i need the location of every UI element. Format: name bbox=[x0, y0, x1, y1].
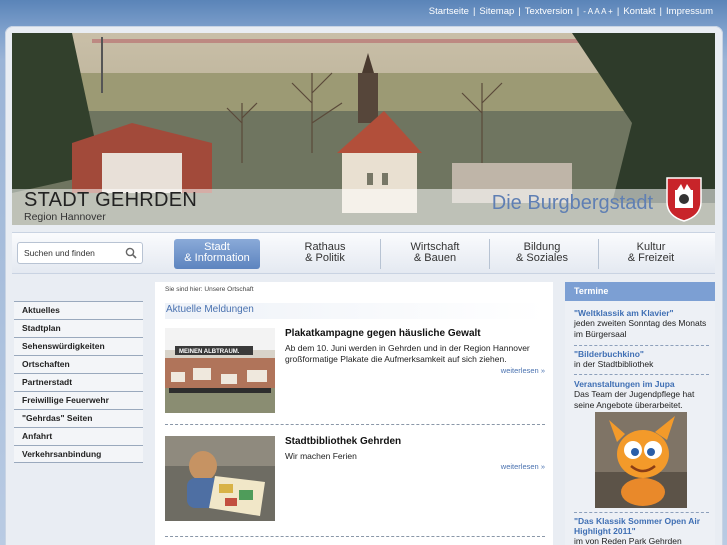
search-input[interactable] bbox=[18, 243, 122, 263]
link-startseite[interactable]: Startseite bbox=[429, 6, 469, 17]
link-kontakt[interactable]: Kontakt bbox=[623, 6, 655, 17]
event-title[interactable]: "Bilderbuchkino" bbox=[574, 349, 715, 359]
section-title: Aktuelle Meldungen bbox=[165, 303, 545, 319]
event-title[interactable]: "Das Klassik Sommer Open Air Highlight 2… bbox=[574, 516, 715, 536]
event-text: im von Reden Park Gehrden bbox=[574, 536, 682, 545]
nav-wirtschaft-bauen[interactable]: Wirtschaft & Bauen bbox=[392, 239, 478, 269]
news-text: Ab dem 10. Juni werden in Gehrden und in… bbox=[285, 343, 530, 364]
nav-label-line2: & Bauen bbox=[413, 252, 457, 264]
event-item: "Bilderbuchkino" in der Stadtbibliothek bbox=[565, 349, 715, 370]
divider bbox=[574, 345, 709, 346]
breadcrumb: Sie sind hier: Unsere Ortschaft bbox=[165, 286, 254, 293]
news-image-library[interactable] bbox=[165, 436, 275, 521]
event-item: "Weltklassik am Klavier" jeden zweiten S… bbox=[565, 308, 715, 339]
read-more-link[interactable]: weiterlesen » bbox=[501, 462, 545, 471]
link-impressum[interactable]: Impressum bbox=[666, 6, 713, 17]
divider bbox=[574, 512, 709, 513]
main-navigation: Stadt & Information Rathaus & Politik Wi… bbox=[12, 232, 715, 274]
read-more-link[interactable]: weiterlesen » bbox=[501, 366, 545, 375]
link-sitemap[interactable]: Sitemap bbox=[479, 6, 514, 17]
poster-text: MEINEN ALBTRAUM. bbox=[179, 349, 240, 355]
search-box bbox=[17, 242, 143, 264]
event-title[interactable]: Veranstaltungen im Jupa bbox=[574, 379, 715, 389]
sidebar-item-anfahrt[interactable]: Anfahrt bbox=[14, 427, 143, 445]
news-title[interactable]: Stadtbibliothek Gehrden bbox=[285, 436, 401, 447]
divider bbox=[574, 374, 709, 375]
nav-label-line2: & Freizeit bbox=[627, 252, 675, 264]
sidebar-item-sehenswuerdigkeiten[interactable]: Sehenswürdigkeiten bbox=[14, 337, 143, 355]
nav-label-line2: & Politik bbox=[305, 252, 345, 264]
nav-stadt-information[interactable]: Stadt & Information bbox=[174, 239, 260, 269]
nav-divider bbox=[380, 239, 381, 269]
mascot-image[interactable] bbox=[595, 412, 687, 508]
sidebar-item-stadtplan[interactable]: Stadtplan bbox=[14, 319, 143, 337]
nav-divider bbox=[598, 239, 599, 269]
sidebar-item-partnerstadt[interactable]: Partnerstadt bbox=[14, 373, 143, 391]
nav-bildung-soziales[interactable]: Bildung & Soziales bbox=[499, 239, 585, 269]
news-item: MEINEN ALBTRAUM. Plakatkampagne gegen hä… bbox=[165, 328, 545, 414]
main-content: Sie sind hier: Unsere Ortschaft Aktuelle… bbox=[155, 282, 553, 545]
site-slogan: Die Burgbergstadt bbox=[491, 192, 653, 214]
sidebar-item-verkehrsanbindung[interactable]: Verkehrsanbindung bbox=[14, 445, 143, 463]
nav-kultur-freizeit[interactable]: Kultur & Freizeit bbox=[608, 239, 694, 269]
sidebar-item-feuerwehr[interactable]: Freiwillige Feuerwehr bbox=[14, 391, 143, 409]
separator: | bbox=[472, 6, 476, 17]
site-title[interactable]: STADT GEHRDEN bbox=[24, 189, 197, 212]
nav-divider bbox=[489, 239, 490, 269]
event-text: jeden zweiten Sonntag des Monats im Bürg… bbox=[574, 318, 707, 339]
header-banner: STADT GEHRDEN Region Hannover Die Burgbe… bbox=[12, 33, 715, 225]
sidebar-item-ortschaften[interactable]: Ortschaften bbox=[14, 355, 143, 373]
nav-rathaus-politik[interactable]: Rathaus & Politik bbox=[282, 239, 368, 269]
events-heading: Termine bbox=[565, 282, 715, 301]
link-textversion[interactable]: Textversion bbox=[525, 6, 573, 17]
news-text: Wir machen Ferien bbox=[285, 451, 357, 461]
sidebar-item-gehrdas-seiten[interactable]: "Gehrdas" Seiten bbox=[14, 409, 143, 427]
nav-label-line2: & Soziales bbox=[516, 252, 568, 264]
event-item: Veranstaltungen im Jupa Das Team der Jug… bbox=[565, 379, 715, 410]
separator: | bbox=[576, 6, 580, 17]
nav-label-line2: & Information bbox=[184, 252, 250, 264]
search-icon[interactable] bbox=[125, 247, 137, 259]
event-text: Das Team der Jugendpflege hat seine Ange… bbox=[574, 389, 695, 410]
event-text: in der Stadtbibliothek bbox=[574, 359, 654, 369]
site-region: Region Hannover bbox=[24, 211, 106, 223]
font-size-control[interactable]: - A A A + bbox=[583, 7, 613, 16]
event-item: "Das Klassik Sommer Open Air Highlight 2… bbox=[565, 516, 715, 545]
event-title[interactable]: "Weltklassik am Klavier" bbox=[574, 308, 715, 318]
separator: | bbox=[518, 6, 521, 17]
news-image-poster[interactable]: MEINEN ALBTRAUM. bbox=[165, 328, 275, 413]
sidebar-menu: Aktuelles Stadtplan Sehenswürdigkeiten O… bbox=[14, 301, 143, 463]
sidebar-item-aktuelles[interactable]: Aktuelles bbox=[14, 301, 143, 319]
coat-of-arms-icon bbox=[666, 177, 702, 222]
utility-nav: Startseite | Sitemap | Textversion | - A A A +… bbox=[429, 6, 713, 17]
divider bbox=[165, 536, 545, 537]
events-sidebar: Termine "Weltklassik am Klavier" jeden z… bbox=[565, 282, 715, 545]
news-item: Stadtbibliothek Gehrden Wir machen Ferie… bbox=[165, 436, 545, 524]
separator: | bbox=[659, 6, 663, 17]
separator: | bbox=[616, 6, 620, 17]
news-title[interactable]: Plakatkampagne gegen häusliche Gewalt bbox=[285, 328, 481, 339]
divider bbox=[165, 424, 545, 425]
